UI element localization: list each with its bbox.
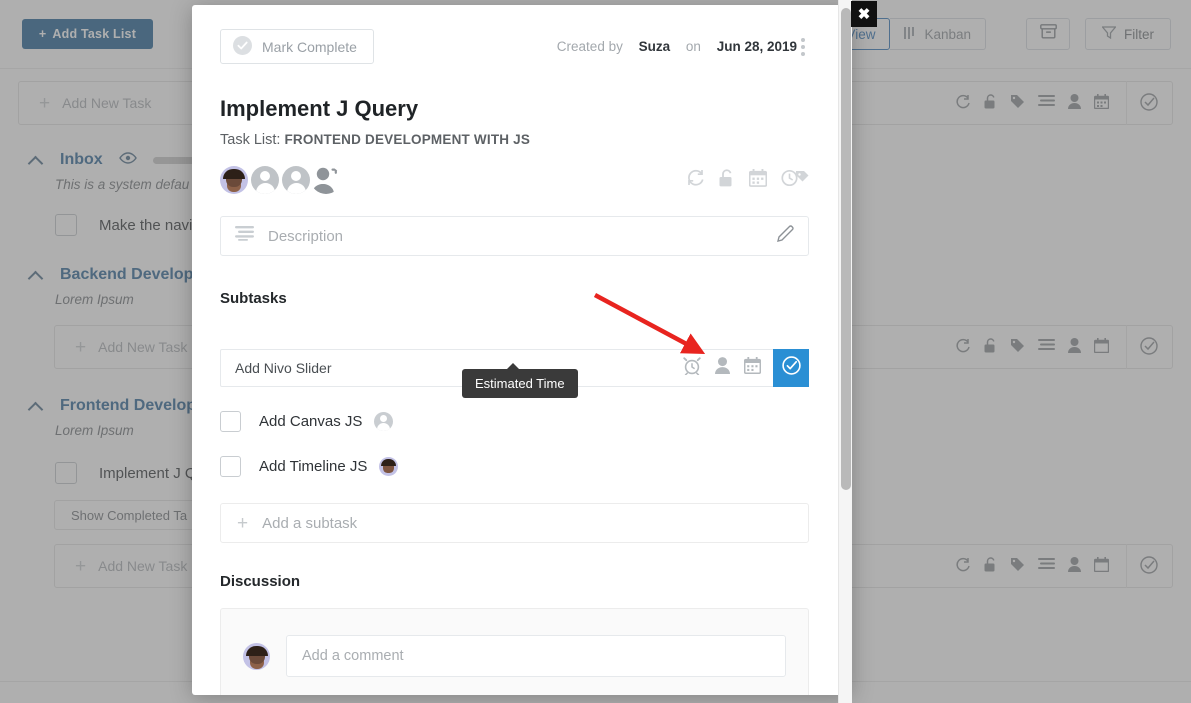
clock-tag-icon[interactable] [781, 169, 809, 192]
pencil-icon[interactable] [777, 225, 794, 247]
created-by-name: Suza [638, 39, 671, 54]
page-title: Implement J Query [220, 96, 419, 121]
created-date: Jun 28, 2019 [716, 39, 797, 54]
assignee-avatars [220, 166, 344, 194]
created-meta: Created by Suza on Jun 28, 2019 [553, 37, 809, 56]
check-circle-icon [233, 35, 252, 58]
unlock-icon[interactable] [719, 168, 735, 192]
assignee-row [220, 166, 809, 194]
subtask-item[interactable]: Add Timeline JS [220, 456, 809, 477]
comment-input[interactable]: Add a comment [286, 635, 786, 677]
scrollbar-thumb[interactable] [841, 8, 851, 490]
calendar-icon[interactable] [748, 168, 768, 192]
add-subtask-field[interactable]: + Add a subtask [220, 503, 809, 543]
created-by-prefix: Created by [556, 39, 623, 54]
subtasks-heading: Subtasks [220, 290, 287, 307]
description-field[interactable]: Description [220, 216, 809, 256]
mark-complete-label: Mark Complete [262, 38, 357, 55]
tooltip-label: Estimated Time [475, 376, 565, 391]
subtask-label: Add Timeline JS [259, 458, 368, 475]
person-icon[interactable] [715, 357, 730, 379]
avatar[interactable] [282, 166, 310, 194]
subtask-item[interactable]: Add Canvas JS [220, 411, 809, 432]
subtask-checkbox[interactable] [220, 411, 241, 432]
task-detail-modal: Mark Complete Created by Suza on Jun 28,… [192, 5, 852, 695]
avatar[interactable] [374, 412, 394, 431]
modal-header: Mark Complete Created by Suza on Jun 28,… [220, 29, 809, 64]
mark-complete-button[interactable]: Mark Complete [220, 29, 374, 64]
task-list-name: FRONTEND DEVELOPMENT WITH JS [284, 132, 531, 147]
close-glyph: ✖ [857, 5, 871, 23]
task-list-prefix: Task List: [220, 132, 281, 148]
comment-placeholder: Add a comment [302, 648, 404, 664]
tooltip-estimated-time: Estimated Time [462, 363, 578, 398]
modal-header-icons [686, 168, 809, 192]
discussion-heading: Discussion [220, 573, 301, 590]
calendar-icon[interactable] [743, 357, 762, 379]
discussion-box: Add a comment [220, 608, 809, 695]
check-circle-icon [781, 356, 801, 380]
subtask-checkbox[interactable] [220, 456, 241, 477]
subtask-confirm-button[interactable] [773, 349, 809, 387]
subtask-input[interactable]: Add Nivo Slider [221, 360, 683, 376]
task-list-line: Task List: FRONTEND DEVELOPMENT WITH JS [220, 132, 809, 148]
created-on-word: on [685, 39, 701, 54]
avatar[interactable] [379, 457, 399, 476]
sync-icon[interactable] [686, 169, 705, 191]
more-vertical-icon[interactable] [801, 37, 805, 56]
subtask-label: Add Canvas JS [259, 413, 363, 430]
alarm-clock-icon[interactable] [683, 356, 701, 380]
description-placeholder: Description [268, 227, 344, 245]
avatar[interactable] [220, 166, 248, 194]
align-left-icon [235, 226, 254, 246]
close-icon[interactable]: ✖ [851, 1, 877, 27]
modal-scroll-region: Mark Complete Created by Suza on Jun 28,… [192, 5, 852, 695]
add-person-icon[interactable] [311, 166, 341, 194]
subtask-tool-icons [683, 356, 773, 380]
avatar[interactable] [251, 166, 279, 194]
plus-icon: + [237, 512, 249, 534]
add-subtask-placeholder: Add a subtask [262, 514, 358, 532]
avatar[interactable] [243, 642, 270, 670]
modal-scrollbar[interactable] [838, 0, 852, 703]
